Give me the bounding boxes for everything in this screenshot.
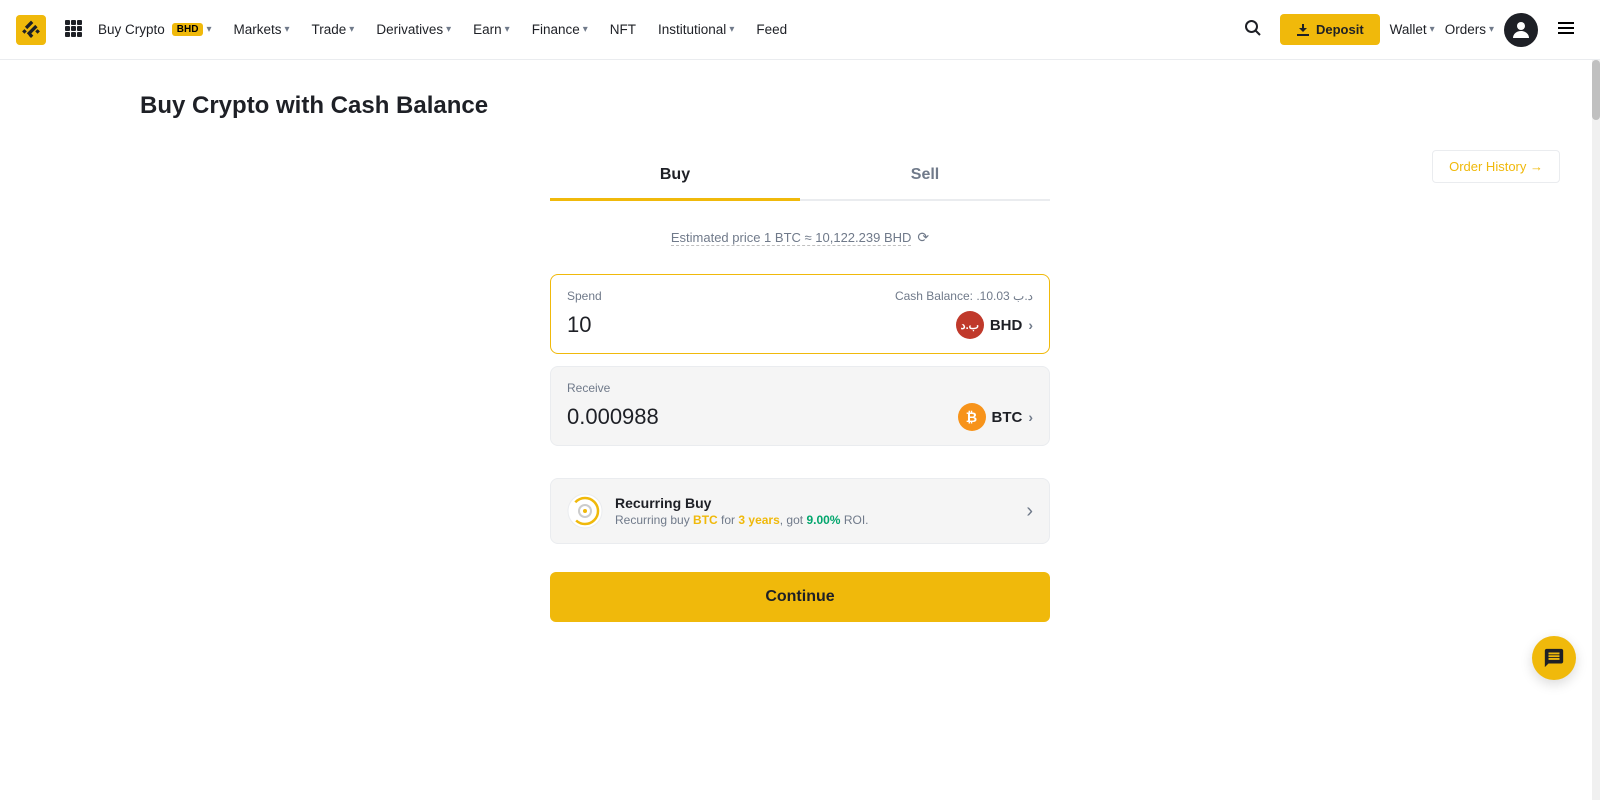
tabs-container: Buy Sell [140,152,1460,201]
chevron-down-icon: ▾ [1489,24,1494,35]
receive-amount: 0.000988 [567,404,659,430]
grid-icon [64,19,82,37]
nav-item-markets[interactable]: Markets ▾ [223,0,299,60]
spend-amount-input[interactable] [567,312,847,338]
nav-item-finance[interactable]: Finance ▾ [522,0,598,60]
chevron-down-icon: ▾ [505,24,510,35]
nav-right: Deposit Wallet ▾ Orders ▾ [1236,13,1584,47]
deposit-button[interactable]: Deposit [1280,14,1380,45]
order-history-button[interactable]: Order History → [1432,150,1560,183]
chevron-right-icon: › [1028,409,1033,425]
bhd-currency-icon: ب.د [956,311,984,339]
nav-menu: Buy Crypto BHD ▾ Markets ▾ Trade ▾ Deriv… [88,0,1236,60]
recurring-buy-card[interactable]: Recurring Buy Recurring buy BTC for 3 ye… [550,478,1050,544]
scrollbar[interactable] [1592,60,1600,800]
grid-menu-button[interactable] [58,15,88,44]
recurring-buy-text: Recurring Buy Recurring buy BTC for 3 ye… [615,495,869,527]
nav-item-buy-crypto[interactable]: Buy Crypto BHD ▾ [88,0,221,60]
chevron-down-icon: ▾ [583,24,588,35]
btc-currency-icon: ₿ [958,403,986,431]
wallet-nav-item[interactable]: Wallet ▾ [1390,22,1435,37]
nav-item-nft[interactable]: NFT [600,0,646,60]
page-wrapper: Buy Crypto with Cash Balance Order Histo… [0,60,1600,654]
chevron-down-icon: ▾ [729,24,734,35]
menu-button[interactable] [1548,14,1584,45]
recurring-buy-desc: Recurring buy BTC for 3 years, got 9.00%… [615,513,869,527]
chat-button[interactable] [1532,636,1576,680]
scroll-thumb [1592,60,1600,120]
nav-item-trade[interactable]: Trade ▾ [302,0,365,60]
deposit-icon [1296,23,1310,37]
chevron-down-icon: ▾ [285,24,290,35]
chevron-down-icon: ▾ [1430,24,1435,35]
chevron-right-icon: › [1026,500,1033,523]
page-title: Buy Crypto with Cash Balance [140,92,1460,120]
search-button[interactable] [1236,15,1270,44]
spend-label-row: Spend Cash Balance: .10.03 د.ب [567,289,1033,303]
nav-item-feed[interactable]: Feed [746,0,797,60]
recurring-buy-icon [567,493,603,529]
chevron-down-icon: ▾ [349,24,354,35]
chevron-down-icon: ▾ [206,24,211,35]
search-icon [1244,19,1262,37]
buy-sell-tabs: Buy Sell [550,152,1050,201]
user-icon [1509,18,1533,42]
orders-nav-item[interactable]: Orders ▾ [1445,22,1494,37]
receive-card: Receive 0.000988 ₿ BTC › [550,366,1050,446]
spend-card: Spend Cash Balance: .10.03 د.ب ب.د BHD › [550,274,1050,354]
buy-form: Estimated price 1 BTC ≈ 10,122.239 BHD ⟳… [140,221,1460,622]
receive-label-row: Receive [567,381,1033,395]
recurring-buy-title: Recurring Buy [615,495,869,511]
recurring-buy-left: Recurring Buy Recurring buy BTC for 3 ye… [567,493,869,529]
tab-buy[interactable]: Buy [550,152,800,201]
navbar: Buy Crypto BHD ▾ Markets ▾ Trade ▾ Deriv… [0,0,1600,60]
chat-icon [1543,647,1565,669]
receive-currency-selector[interactable]: ₿ BTC › [958,403,1034,431]
page-content: Buy Crypto with Cash Balance Order Histo… [100,60,1500,654]
logo[interactable] [16,15,46,45]
binance-logo-icon [16,15,46,45]
receive-input-row: 0.000988 ₿ BTC › [567,403,1033,431]
spend-input-row: ب.د BHD › [567,311,1033,339]
estimated-price: Estimated price 1 BTC ≈ 10,122.239 BHD ⟳ [671,229,929,246]
avatar-button[interactable] [1504,13,1538,47]
nav-item-derivatives[interactable]: Derivatives ▾ [366,0,461,60]
nav-item-earn[interactable]: Earn ▾ [463,0,520,60]
refresh-icon[interactable]: ⟳ [917,229,929,246]
chevron-down-icon: ▾ [446,24,451,35]
continue-button[interactable]: Continue [550,572,1050,622]
hamburger-icon [1556,18,1576,38]
chevron-right-icon: › [1028,317,1033,333]
spend-currency-selector[interactable]: ب.د BHD › [956,311,1033,339]
nav-item-institutional[interactable]: Institutional ▾ [648,0,744,60]
tab-sell[interactable]: Sell [800,152,1050,201]
